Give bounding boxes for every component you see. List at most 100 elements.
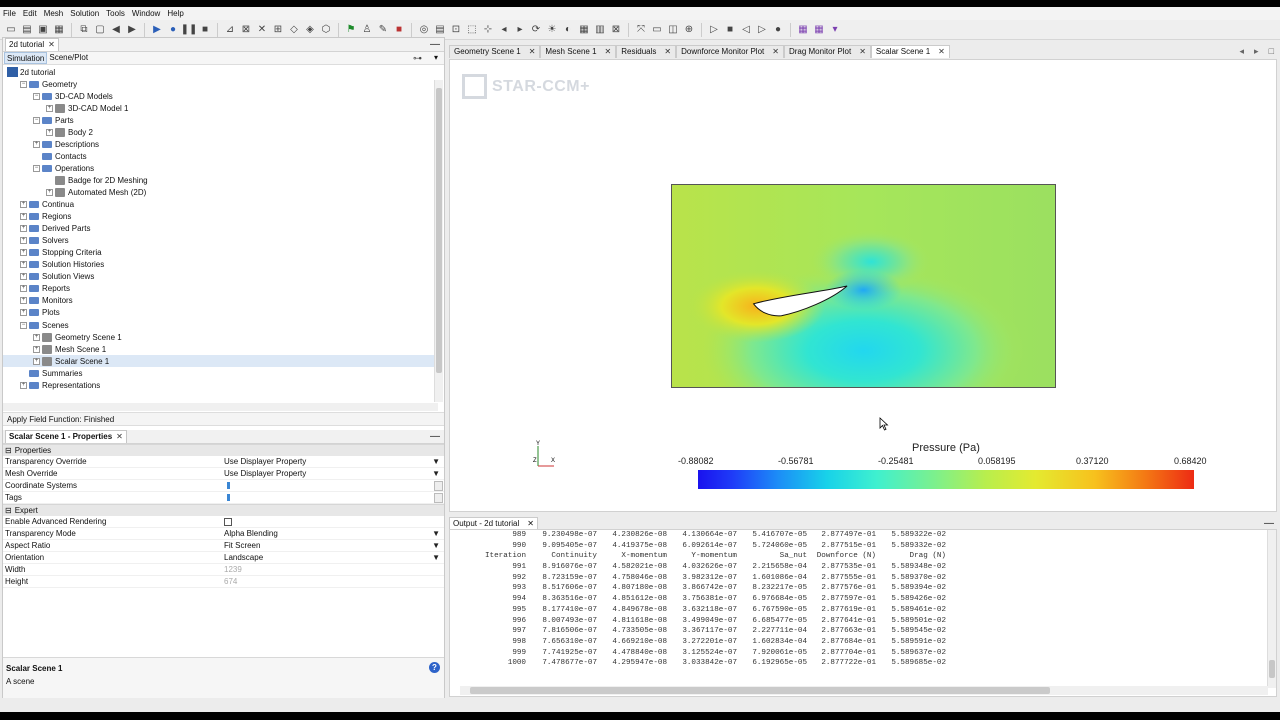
expand-icon[interactable]: +: [20, 297, 27, 305]
tree-item[interactable]: − Geometry: [3, 78, 435, 90]
view-tab[interactable]: Drag Monitor Plot ✕: [783, 44, 871, 58]
edit-button[interactable]: [434, 492, 443, 503]
flag-icon[interactable]: ⚑: [344, 23, 358, 37]
expand-icon[interactable]: +: [33, 357, 40, 365]
property-row[interactable]: Enable Advanced Rendering: [3, 516, 444, 528]
property-value[interactable]: [223, 492, 444, 503]
section-properties[interactable]: ⊟ Properties: [3, 444, 444, 456]
probe-icon[interactable]: ◫: [666, 23, 680, 37]
parts-icon[interactable]: ◇: [287, 23, 301, 37]
undo-icon[interactable]: ◀: [109, 23, 123, 37]
menu-file[interactable]: File: [3, 9, 16, 18]
output-console[interactable]: 989 9.230498e-07 4.230826e-08 4.130664e-07 5…: [449, 529, 1277, 697]
property-row[interactable]: Transparency Mode Alpha Blending ▼: [3, 528, 444, 540]
grid-icon[interactable]: ▦: [577, 23, 591, 37]
tree-item[interactable]: Summaries: [3, 367, 435, 379]
view-refresh-icon[interactable]: ⟳: [529, 23, 543, 37]
play-icon[interactable]: ▷: [707, 23, 721, 37]
close-icon[interactable]: ✕: [529, 47, 536, 56]
chevron-down-icon[interactable]: ▼: [432, 553, 440, 562]
filter-icon[interactable]: ⊶: [413, 53, 422, 64]
tree-item[interactable]: + Stopping Criteria: [3, 247, 435, 259]
view-tab[interactable]: Geometry Scene 1 ✕: [449, 44, 541, 58]
close-icon[interactable]: ✕: [772, 47, 779, 56]
animation-stop-icon[interactable]: ■: [723, 23, 737, 37]
stop-icon[interactable]: ■: [198, 23, 212, 37]
expand-icon[interactable]: +: [33, 345, 40, 353]
tab-2d-tutorial[interactable]: 2d tutorial ✕: [5, 38, 59, 51]
close-icon[interactable]: ✕: [605, 47, 612, 56]
tree-item[interactable]: + Plots: [3, 307, 435, 319]
ruler-icon[interactable]: ▭: [650, 23, 664, 37]
expand-icon[interactable]: +: [20, 273, 27, 281]
tree-hscrollbar[interactable]: [3, 403, 438, 411]
output-hscroll[interactable]: [460, 686, 1268, 695]
tree-item[interactable]: Badge for 2D Meshing: [3, 174, 435, 186]
layout-icon[interactable]: ▦: [796, 23, 810, 37]
property-row[interactable]: Coordinate Systems: [3, 480, 444, 492]
list-icon[interactable]: [227, 482, 230, 489]
subtab-simulation[interactable]: Simulation: [4, 52, 48, 64]
tree-item[interactable]: − Scenes: [3, 319, 435, 331]
print-icon[interactable]: ▤: [433, 23, 447, 37]
view-tab[interactable]: Mesh Scene 1 ✕: [540, 44, 617, 58]
help-icon[interactable]: ?: [429, 662, 440, 673]
close-scene-icon[interactable]: ⊠: [609, 23, 623, 37]
tab-properties[interactable]: Scalar Scene 1 - Properties ✕: [5, 430, 127, 443]
person-icon[interactable]: ♙: [360, 23, 374, 37]
save-icon[interactable]: ▣: [36, 23, 50, 37]
expand-icon[interactable]: +: [33, 333, 40, 341]
clip-icon[interactable]: ◐: [561, 23, 575, 37]
view-tab[interactable]: Scalar Scene 1 ✕: [870, 44, 950, 58]
transform-icon[interactable]: ⤧: [634, 23, 648, 37]
close-icon[interactable]: ✕: [116, 431, 123, 443]
tree-item[interactable]: + Continua: [3, 199, 435, 211]
tree-item[interactable]: + Solvers: [3, 235, 435, 247]
tab-scroll-left-icon[interactable]: ◂: [1240, 46, 1245, 57]
property-value[interactable]: [223, 517, 444, 526]
animation-record-icon[interactable]: ●: [771, 23, 785, 37]
new-file-icon[interactable]: ▭: [4, 23, 18, 37]
expand-icon[interactable]: +: [20, 249, 27, 257]
tree-item[interactable]: + Reports: [3, 283, 435, 295]
chevron-down-icon[interactable]: ▼: [432, 469, 440, 478]
expand-icon[interactable]: +: [46, 128, 53, 136]
layout-dropdown-icon[interactable]: ▾: [828, 23, 842, 37]
checkbox[interactable]: [224, 517, 232, 526]
property-row[interactable]: Orientation Landscape ▼: [3, 552, 444, 564]
expand-icon[interactable]: +: [20, 201, 27, 209]
property-value[interactable]: Landscape ▼: [223, 553, 444, 562]
expand-icon[interactable]: +: [20, 285, 27, 293]
zoom-box-icon[interactable]: ⬚: [465, 23, 479, 37]
expand-icon[interactable]: +: [20, 237, 27, 245]
property-value[interactable]: Use Displayer Property ▼: [223, 457, 444, 466]
tree-item[interactable]: + Representations: [3, 379, 435, 391]
tools-icon[interactable]: ✎: [376, 23, 390, 37]
minimize-icon[interactable]: —: [1264, 518, 1274, 529]
chevron-down-icon[interactable]: ▾: [434, 53, 438, 62]
tree-item[interactable]: +3D-CAD Model 1: [3, 102, 435, 114]
tree-scrollbar[interactable]: [434, 80, 443, 402]
redo-icon[interactable]: ▶: [125, 23, 139, 37]
edit-button[interactable]: [434, 480, 443, 491]
mesh-clear-icon[interactable]: ✕: [255, 23, 269, 37]
annotation-icon[interactable]: ⊕: [682, 23, 696, 37]
collapse-icon[interactable]: ⊟: [5, 446, 12, 455]
property-row[interactable]: Tags: [3, 492, 444, 504]
tree-item[interactable]: − Parts: [3, 114, 435, 126]
minimize-icon[interactable]: —: [430, 431, 440, 442]
collapse-icon[interactable]: −: [33, 92, 40, 100]
property-value[interactable]: Fit Screen ▼: [223, 541, 444, 550]
record-icon[interactable]: ■: [392, 23, 406, 37]
chevron-down-icon[interactable]: ▼: [432, 457, 440, 466]
menu-help[interactable]: Help: [167, 9, 183, 18]
select-icon[interactable]: ⊹: [481, 23, 495, 37]
property-row[interactable]: Width 1239: [3, 564, 444, 576]
tree-item[interactable]: + Solution Histories: [3, 259, 435, 271]
tree-item[interactable]: + Descriptions: [3, 138, 435, 150]
close-icon[interactable]: ✕: [48, 39, 55, 51]
tree-item[interactable]: 2d tutorial: [3, 66, 435, 78]
tab-scroll-right-icon[interactable]: ▸: [1254, 46, 1259, 57]
property-value[interactable]: [223, 480, 444, 491]
rewind-icon[interactable]: ◁: [739, 23, 753, 37]
